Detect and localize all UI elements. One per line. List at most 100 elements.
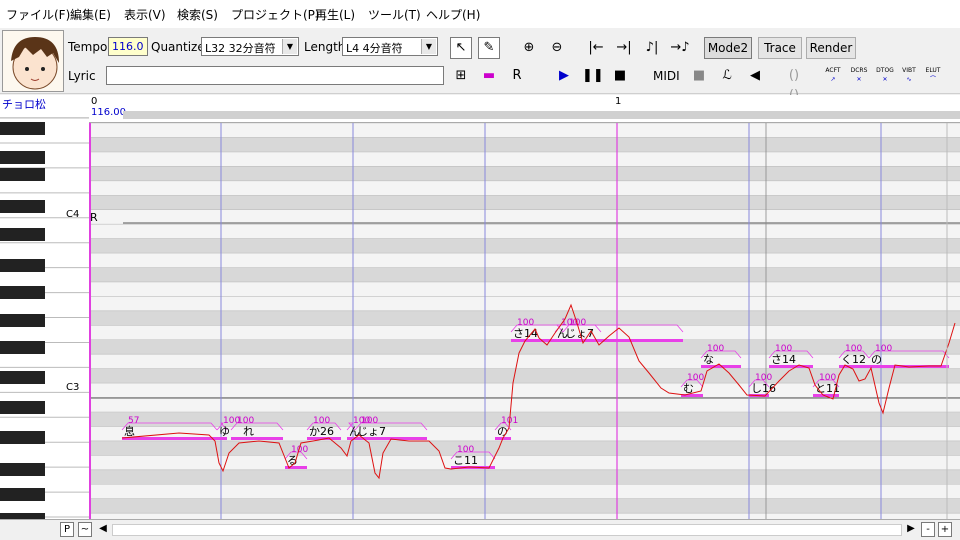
- key-label-c3: C3: [66, 382, 80, 393]
- midi-record-button[interactable]: ■: [688, 65, 710, 87]
- note-bar: [122, 437, 217, 440]
- cross-icon: ✕: [882, 76, 888, 83]
- note-lyric: の: [871, 353, 882, 366]
- black-key: [0, 314, 45, 327]
- ruler-measure-1: 1: [615, 96, 622, 107]
- pitch-row: [89, 354, 960, 369]
- rest-label: R: [90, 211, 98, 224]
- tempo-field[interactable]: 116.0: [108, 37, 148, 56]
- insert-note-button[interactable]: ⊞: [450, 65, 472, 87]
- play-button[interactable]: ▶: [553, 65, 575, 87]
- black-key: [0, 341, 45, 354]
- black-key: [0, 488, 45, 501]
- note-bar: [231, 437, 283, 440]
- note-velocity: 57: [128, 416, 139, 426]
- stop-button[interactable]: ■: [609, 65, 631, 87]
- pitch-row: [89, 469, 960, 485]
- speaker-button[interactable]: ◀: [744, 65, 766, 87]
- quantize-value: L32 32分音符: [205, 42, 276, 55]
- chevron-down-icon: ▼: [282, 39, 297, 54]
- effect-elut-button[interactable]: ELUT ⌒: [922, 65, 944, 87]
- menu-edit[interactable]: 編集(E): [70, 6, 111, 23]
- black-key: [0, 463, 45, 476]
- skip-back-icon: |←: [588, 40, 604, 55]
- effect-dtog-button[interactable]: DTOG ✕: [874, 65, 896, 87]
- speaker-icon: ◀: [750, 68, 760, 83]
- track-name[interactable]: チョロ松: [0, 95, 89, 118]
- avatar-face-icon: [11, 37, 59, 90]
- scroll-right-button[interactable]: ▶: [904, 522, 918, 537]
- pitch-row: [89, 123, 960, 138]
- note-lyric: こ11: [453, 454, 478, 467]
- p-button[interactable]: P: [60, 522, 74, 537]
- menu-file[interactable]: ファイル(F): [6, 6, 70, 23]
- pitch-row: [89, 224, 960, 239]
- pencil-tool-button[interactable]: ✎: [478, 37, 500, 59]
- zoom-out-button[interactable]: ⊖: [546, 37, 568, 59]
- effect-vibt-button[interactable]: VIBT ∿: [898, 65, 920, 87]
- pencil-icon: ✎: [483, 40, 495, 55]
- loop-button[interactable]: ℒ: [716, 65, 738, 87]
- menu-project[interactable]: プロジェクト(P): [231, 6, 320, 23]
- go-end-button[interactable]: →|: [613, 37, 635, 59]
- arrow-left-icon: ◀: [99, 523, 107, 534]
- note-lyric: 息: [124, 424, 135, 438]
- loop-icon: ℒ: [722, 68, 732, 83]
- black-key: [0, 122, 45, 135]
- menu-help[interactable]: ヘルプ(H): [426, 6, 480, 23]
- note-velocity: 100: [875, 344, 892, 354]
- arrow-right-icon: ▶: [907, 523, 915, 534]
- note-velocity: 100: [755, 373, 772, 383]
- note-velocity: 100: [361, 416, 378, 426]
- menu-tools[interactable]: ツール(T): [368, 6, 421, 23]
- length-label: Length: [304, 40, 346, 54]
- black-key: [0, 228, 45, 241]
- note-velocity: 100: [313, 416, 330, 426]
- effect-acft-button[interactable]: ACFT ↗: [822, 65, 844, 87]
- menu-view[interactable]: 表示(V): [124, 6, 166, 23]
- lyric-input[interactable]: [106, 66, 444, 85]
- select-tool-button[interactable]: ↖: [450, 37, 472, 59]
- length-select[interactable]: L4 4分音符 ▼: [342, 37, 438, 56]
- trace-button[interactable]: Trace: [758, 37, 802, 59]
- render-button[interactable]: Render: [806, 37, 856, 59]
- record-icon: ■: [692, 68, 706, 83]
- timeline-ruler[interactable]: 0 116.00 1: [89, 95, 960, 123]
- black-key: [0, 371, 45, 384]
- pitch-row: [89, 180, 960, 196]
- effect-dtog-label: DTOG: [876, 67, 894, 74]
- effect-dcrs-button[interactable]: DCRS ✕: [848, 65, 870, 87]
- go-start-button[interactable]: |←: [585, 37, 607, 59]
- piano-roll[interactable]: R 息 57 ゆ 100 れ 100 る 100 か26 100 ん 100 じょ7 100 こ11 100 の 1…: [89, 123, 960, 520]
- prev-note-button[interactable]: ♪|: [641, 37, 663, 59]
- add-note-button[interactable]: ▬: [478, 65, 500, 87]
- horizontal-scrollbar[interactable]: [112, 524, 902, 536]
- stop-icon: ■: [613, 68, 627, 83]
- mode2-button[interactable]: Mode2: [704, 37, 752, 59]
- pitch-row: [89, 296, 960, 311]
- note-lyric: さ14: [513, 327, 538, 340]
- add-rest-button[interactable]: R: [506, 65, 528, 87]
- note-velocity: 100: [687, 373, 704, 383]
- note-velocity: 100: [457, 445, 474, 455]
- menu-play[interactable]: 再生(L): [315, 6, 355, 23]
- pause-button[interactable]: ❚❚: [581, 65, 604, 87]
- link-button[interactable]: ()(): [783, 65, 805, 103]
- zoom-in-button[interactable]: ⊕: [518, 37, 540, 59]
- tilde-button[interactable]: ~: [78, 522, 92, 537]
- pitch-row: [89, 267, 960, 282]
- midi-label: MIDI: [653, 69, 680, 83]
- pitch-row: [89, 253, 960, 268]
- singer-avatar[interactable]: [2, 30, 64, 92]
- effect-elut-label: ELUT: [925, 67, 941, 74]
- menu-search[interactable]: 検索(S): [177, 6, 218, 23]
- zoom-minus-button[interactable]: -: [921, 522, 935, 537]
- quantize-select[interactable]: L32 32分音符 ▼: [201, 37, 299, 56]
- black-key: [0, 401, 45, 414]
- scroll-left-button[interactable]: ◀: [96, 522, 110, 537]
- zoom-plus-button[interactable]: +: [938, 522, 952, 537]
- piano-keyboard[interactable]: C4 C3: [0, 118, 89, 520]
- piano-roll-canvas[interactable]: R息57ゆ100れ100る100か26100ん100じょ7100こ11100の1…: [89, 123, 960, 520]
- play-icon: ▶: [559, 68, 569, 83]
- next-note-button[interactable]: →♪: [669, 37, 691, 59]
